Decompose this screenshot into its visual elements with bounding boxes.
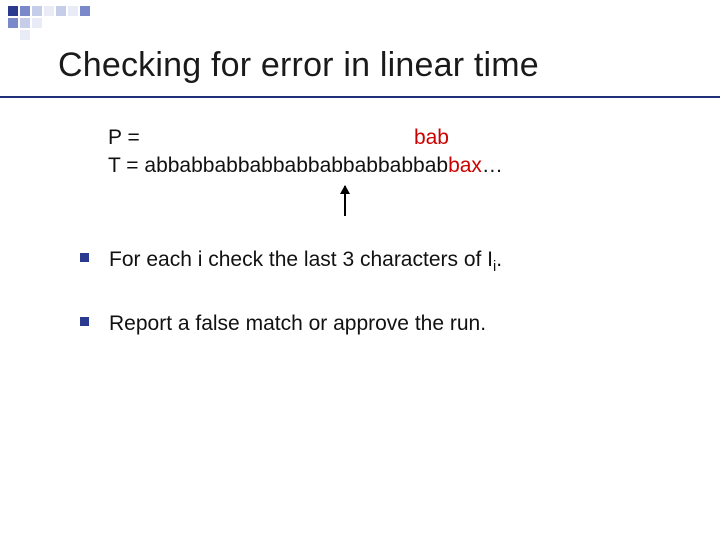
title-underline [0,96,720,98]
corner-squares-decor [8,6,90,40]
bullet-text: Report a false match or approve the run. [109,310,486,342]
slide-title: Checking for error in linear time [58,46,539,85]
t-tail: … [482,154,503,177]
bullet-list: For each i check the last 3 characters o… [80,246,680,374]
list-item: For each i check the last 3 characters o… [80,246,680,278]
up-arrow-icon [344,186,346,216]
text-line: T = abbabbabbabbabbabbabbabbabbax… [108,152,503,180]
p-value: bab [414,126,449,149]
bullet-text: For each i check the last 3 characters o… [109,246,502,278]
t-red: bax [448,154,482,177]
bullet-text-pre: Report a false match or approve the run. [109,312,486,335]
bullet-square-icon [80,317,89,326]
t-label: T = [108,154,144,177]
pattern-line: P = bab [108,124,503,152]
p-label: P = [108,126,146,149]
slide: Checking for error in linear time P = ba… [0,0,720,540]
bullet-text-post: . [496,248,502,271]
bullet-square-icon [80,253,89,262]
t-black: abbabbabbabbabbabbabbabbab [144,154,448,177]
list-item: Report a false match or approve the run. [80,310,680,342]
bullet-text-pre: For each i check the last 3 characters o… [109,248,493,271]
example-block: P = bab T = abbabbabbabbabbabbabbabbabba… [108,124,503,181]
